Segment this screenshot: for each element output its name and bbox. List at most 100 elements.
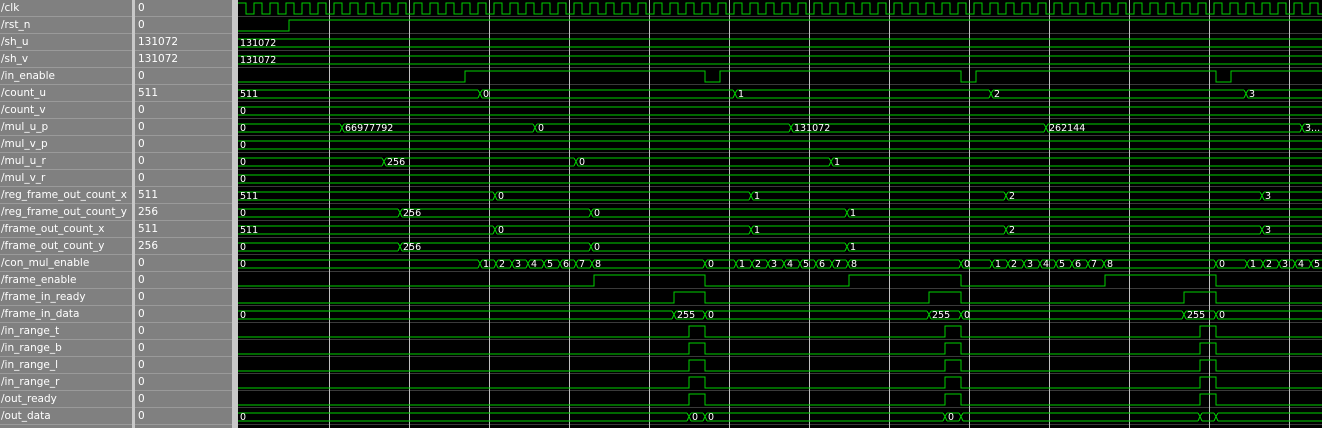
frame-out-count-y-bus-transition — [399, 242, 403, 252]
con-mul-enable-bus-value: 1 — [1250, 259, 1256, 270]
con-mul-enable-bus-value: 5 — [547, 259, 553, 270]
con-mul-enable-bus-transition — [1087, 259, 1091, 269]
signal-value: 0 — [135, 306, 232, 323]
con-mul-enable-bus-transition — [767, 259, 771, 269]
mul-u-p-bus-transition — [1301, 123, 1305, 133]
con-mul-enable-bus-value: 5 — [1314, 259, 1320, 270]
con-mul-enable-bus-transition — [815, 259, 819, 269]
signal-name[interactable]: /frame_in_ready — [0, 289, 132, 306]
signal-value: 0 — [135, 119, 232, 136]
signal-value: 0 — [135, 255, 232, 272]
con-mul-enable-bus-transition — [1294, 259, 1298, 269]
mul-u-r-bus-value: 0 — [579, 157, 585, 168]
signal-value: 0 — [135, 102, 232, 119]
con-mul-enable-bus-value: 0 — [1219, 259, 1225, 270]
signal-name[interactable]: /in_range_t — [0, 323, 132, 340]
signal-name[interactable]: /count_v — [0, 102, 132, 119]
con-mul-enable-bus-transition — [479, 259, 483, 269]
signal-name[interactable]: /con_mul_enable — [0, 255, 132, 272]
con-mul-enable-bus-value: 5 — [803, 259, 809, 270]
con-mul-enable-bus-transition — [831, 259, 835, 269]
signal-name[interactable]: /in_range_l — [0, 357, 132, 374]
con-mul-enable-bus-transition — [1071, 259, 1075, 269]
con-mul-enable-bus-value: 4 — [787, 259, 793, 270]
frame-in-data-bus-value: 0 — [1219, 310, 1225, 321]
frame-in-data-bus-transition — [928, 310, 932, 320]
frame-out-count-x-bus-transition — [494, 225, 498, 235]
signal-name[interactable]: /frame_out_count_x — [0, 221, 132, 238]
mul-v-r-bus-value: 0 — [240, 174, 246, 185]
con-mul-enable-bus-value: 1 — [995, 259, 1001, 270]
count-v-bus-value: 0 — [240, 106, 246, 117]
con-mul-enable-bus-value: 2 — [499, 259, 505, 270]
reg-frame-out-count-y-bus-value: 0 — [240, 208, 246, 219]
signal-name[interactable]: /mul_v_r — [0, 170, 132, 187]
con-mul-enable-bus-transition — [1103, 259, 1107, 269]
con-mul-enable-bus-value: 3 — [1027, 259, 1033, 270]
signal-name[interactable]: /sh_v — [0, 51, 132, 68]
out-data-bus-value: 0 — [692, 412, 698, 423]
con-mul-enable-bus-value: 0 — [240, 259, 246, 270]
mul-u-p-bus-transition — [1045, 123, 1049, 133]
signal-value: 0 — [135, 153, 232, 170]
signal-name[interactable]: /count_u — [0, 85, 132, 102]
con-mul-enable-bus-transition — [495, 259, 499, 269]
con-mul-enable-bus-transition — [1039, 259, 1043, 269]
signal-value: 131072 — [135, 51, 232, 68]
signal-name[interactable]: /frame_in_data — [0, 306, 132, 323]
signal-name[interactable]: /out_ready — [0, 391, 132, 408]
signal-name[interactable]: /frame_out_count_y — [0, 238, 132, 255]
con-mul-enable-bus-value: 1 — [739, 259, 745, 270]
signal-name[interactable]: /reg_frame_out_count_y — [0, 204, 132, 221]
signal-name[interactable]: /reg_frame_out_count_x — [0, 187, 132, 204]
signal-value: 0 — [135, 408, 232, 425]
con-mul-enable-bus-transition — [559, 259, 563, 269]
signal-values-pane: 0 0 131072 131072 0 511 0 0 0 0 0 511 256 511 256 0 0 0 0 0… — [135, 0, 232, 428]
con-mul-enable-bus-transition — [751, 259, 755, 269]
signal-value: 0 — [135, 272, 232, 289]
signal-value: 0 — [135, 374, 232, 391]
reg-frame-out-count-x-bus-transition — [1005, 191, 1009, 201]
count-u-bus-transition — [479, 89, 483, 99]
frame-out-count-y-bus-transition — [846, 242, 850, 252]
signal-name[interactable]: /in_range_r — [0, 374, 132, 391]
con-mul-enable-bus-value: 2 — [1266, 259, 1272, 270]
signal-name[interactable]: /out_data — [0, 408, 132, 425]
con-mul-enable-bus-transition — [960, 259, 964, 269]
con-mul-enable-bus-value: 6 — [1075, 259, 1081, 270]
con-mul-enable-bus-value: 3 — [1282, 259, 1288, 270]
signal-value: 511 — [135, 187, 232, 204]
con-mul-enable-bus-transition — [591, 259, 595, 269]
signal-name[interactable]: /mul_v_p — [0, 136, 132, 153]
signal-name[interactable]: /in_range_b — [0, 340, 132, 357]
signal-name[interactable]: /sh_u — [0, 34, 132, 51]
con-mul-enable-bus-value: 8 — [595, 259, 601, 270]
frame-out-count-x-bus-transition — [1005, 225, 1009, 235]
signal-value: 0 — [135, 68, 232, 85]
con-mul-enable-bus-transition — [735, 259, 739, 269]
frame-out-count-x-bus-transition — [750, 225, 754, 235]
mul-u-p-bus-value: 131072 — [794, 123, 830, 134]
con-mul-enable-bus-transition — [1007, 259, 1011, 269]
reg-frame-out-count-y-bus-value: 256 — [403, 208, 421, 219]
frame-out-count-x-bus-value: 511 — [240, 225, 258, 236]
signal-name[interactable]: /clk — [0, 0, 132, 17]
signal-name[interactable]: /frame_enable — [0, 272, 132, 289]
mul-u-r-bus-value: 256 — [387, 157, 405, 168]
frame-out-count-x-bus-value: 2 — [1009, 225, 1015, 236]
frame-in-data-bus-transition — [1183, 310, 1187, 320]
frame-out-count-x-bus-value: 1 — [754, 225, 760, 236]
out-data-bus-transition — [944, 412, 948, 422]
signal-name[interactable]: /rst_n — [0, 17, 132, 34]
count-u-bus-value: 3 — [1249, 89, 1255, 100]
signal-name[interactable]: /mul_u_p — [0, 119, 132, 136]
con-mul-enable-bus-value: 4 — [531, 259, 537, 270]
signal-name[interactable]: /in_enable — [0, 68, 132, 85]
signal-name[interactable]: /mul_u_r — [0, 153, 132, 170]
mul-v-p-bus-value: 0 — [240, 140, 246, 151]
frame-out-count-y-bus-value: 0 — [594, 242, 600, 253]
reg-frame-out-count-x-bus-value: 0 — [498, 191, 504, 202]
waveform-pane[interactable]: 131072131072511 0 1 2 300 66977792 0 131072 2621… — [238, 0, 1322, 428]
con-mul-enable-bus-transition — [511, 259, 515, 269]
con-mul-enable-bus-transition — [1278, 259, 1282, 269]
